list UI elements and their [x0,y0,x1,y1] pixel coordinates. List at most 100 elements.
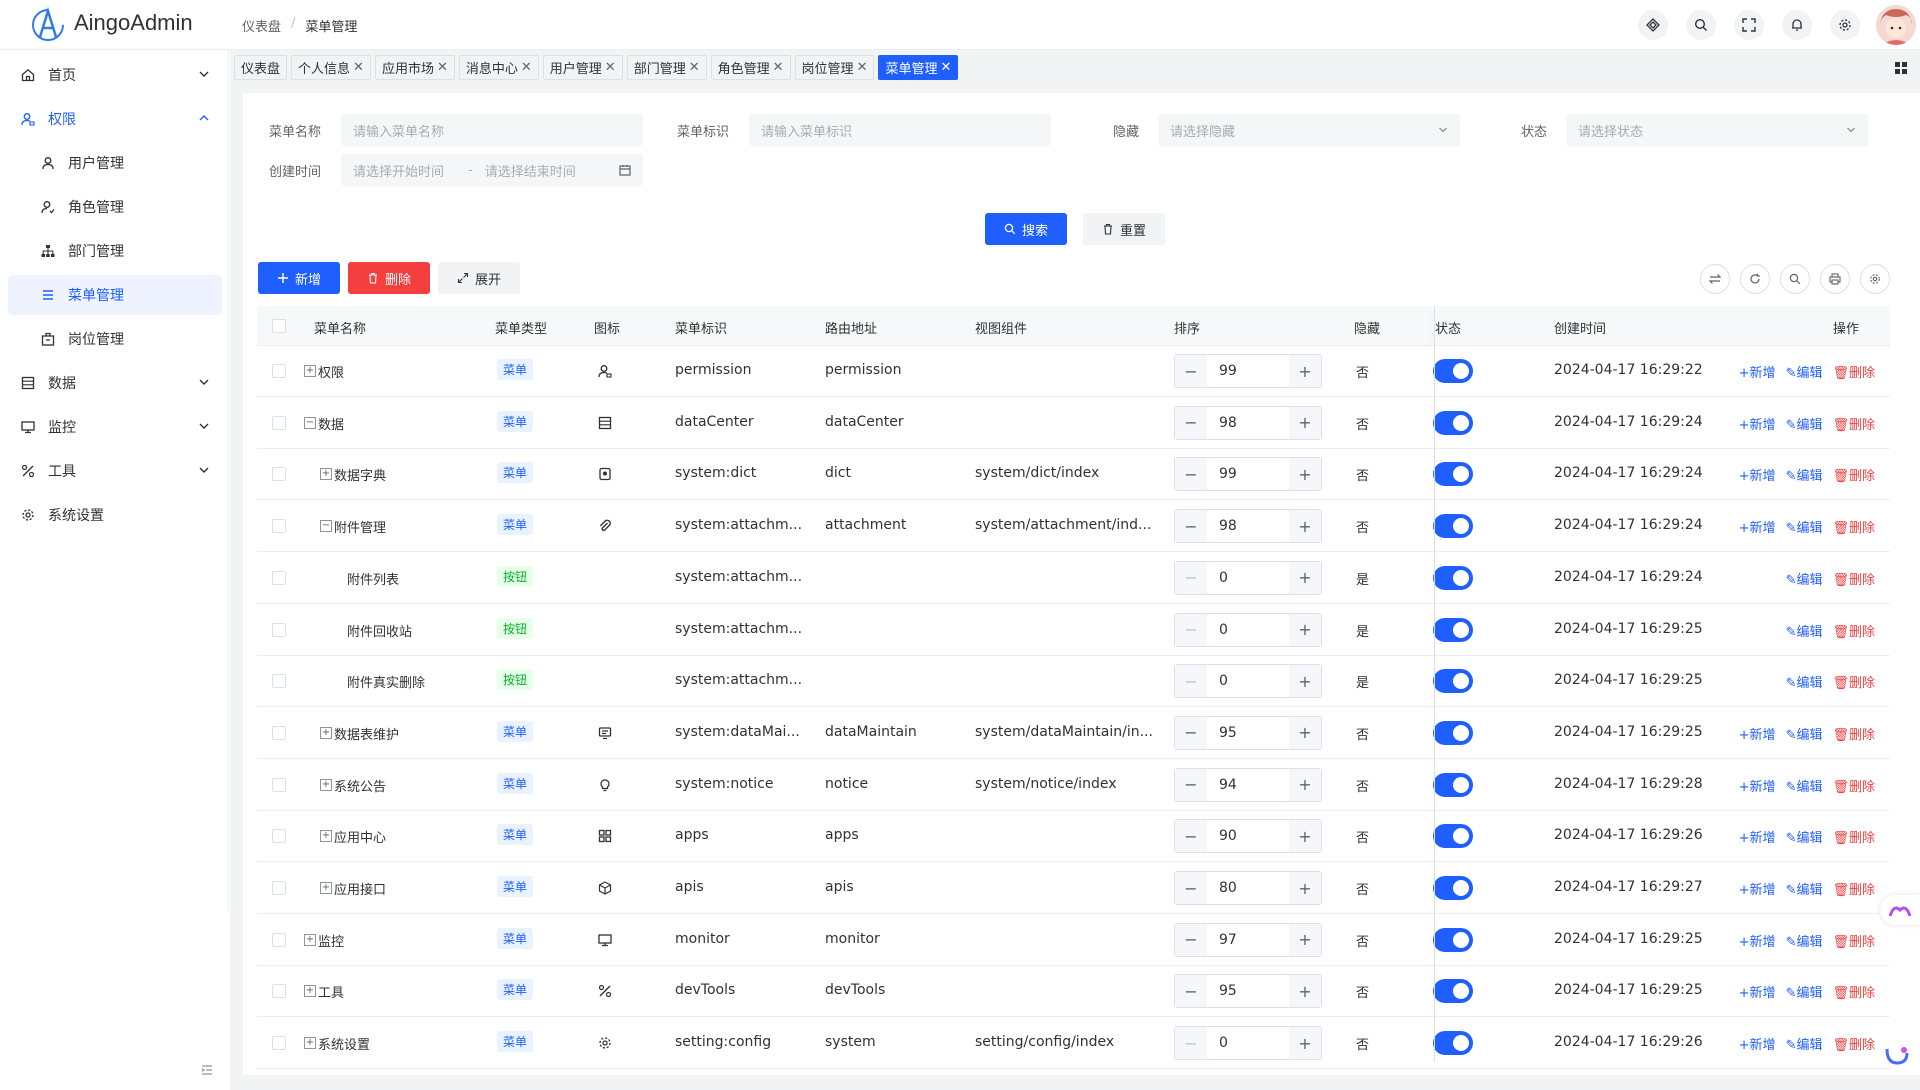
tree-expand-icon[interactable]: + [320,778,332,791]
tree-expand-icon[interactable]: + [304,365,316,377]
status-toggle[interactable] [1433,565,1473,590]
sort-value[interactable]: 0 [1207,562,1289,594]
row-edit-button[interactable]: ✎编辑 [1786,362,1823,381]
sort-value[interactable]: 90 [1207,820,1289,852]
bell-icon[interactable] [1782,10,1812,40]
tree-collapse-icon[interactable]: − [304,416,316,429]
row-delete-button[interactable]: 🗑删除 [1832,414,1875,433]
tab-departments[interactable]: 部门管理 ✕ [626,55,707,80]
row-add-button[interactable]: +新增 [1739,724,1776,743]
row-delete-button[interactable]: 🗑删除 [1832,827,1875,846]
sort-value[interactable]: 0 [1207,614,1289,646]
language-icon[interactable] [1638,10,1668,40]
row-delete-button[interactable]: 🗑删除 [1832,879,1875,898]
row-checkbox[interactable] [272,622,286,637]
sort-stepper[interactable]: − 94 + [1174,767,1322,802]
row-add-button[interactable]: +新增 [1739,827,1776,846]
print-icon[interactable] [1820,264,1850,294]
row-delete-button[interactable]: 🗑删除 [1832,776,1875,795]
row-edit-button[interactable]: ✎编辑 [1786,1034,1823,1053]
menu-key-input[interactable]: 请输入菜单标识 [749,114,1051,146]
sort-stepper[interactable]: − 0 + [1174,664,1322,699]
tree-expand-icon[interactable]: + [304,1037,316,1050]
decrement-button[interactable]: − [1175,768,1207,801]
row-edit-button[interactable]: ✎编辑 [1786,465,1823,484]
row-delete-button[interactable]: 🗑删除 [1832,1034,1875,1053]
row-add-button[interactable]: +新增 [1739,465,1776,484]
row-edit-button[interactable]: ✎编辑 [1786,517,1823,536]
status-toggle[interactable] [1433,359,1473,383]
increment-button[interactable]: + [1289,510,1321,543]
sort-value[interactable]: 97 [1207,924,1289,956]
tree-collapse-icon[interactable]: − [320,520,332,533]
chat-float-icon[interactable] [1884,1045,1914,1069]
sort-stepper[interactable]: − 0 + [1174,560,1322,595]
search-button[interactable]: 搜索 [985,213,1067,245]
hidden-select[interactable]: 请选择隐藏 [1158,114,1460,146]
row-edit-button[interactable]: ✎编辑 [1786,879,1823,898]
fullscreen-icon[interactable] [1734,10,1764,40]
status-select[interactable]: 请选择状态 [1566,114,1868,146]
sidebar-item-menus[interactable]: 菜单管理 [8,275,222,315]
row-delete-button[interactable]: 🗑删除 [1832,931,1875,950]
search-icon[interactable] [1780,264,1810,294]
close-icon[interactable]: ✕ [605,60,616,75]
sidebar-item-data[interactable]: 数据 [8,363,222,403]
increment-button[interactable]: + [1289,665,1321,698]
decrement-button[interactable]: − [1175,872,1207,904]
sort-stepper[interactable]: − 99 + [1174,354,1322,388]
row-edit-button[interactable]: ✎编辑 [1786,621,1823,640]
decrement-button[interactable]: − [1175,665,1207,698]
sort-stepper[interactable]: − 90 + [1174,819,1322,854]
row-add-button[interactable]: +新增 [1739,931,1776,950]
decrement-button[interactable]: − [1175,613,1207,646]
assistant-float-icon[interactable] [1880,895,1920,925]
increment-button[interactable]: + [1289,768,1321,801]
sidebar-item-tools[interactable]: 工具 [8,451,222,491]
sort-stepper[interactable]: − 99 + [1174,457,1322,492]
sidebar-item-monitor[interactable]: 监控 [8,407,222,447]
sort-stepper[interactable]: − 0 + [1174,612,1322,647]
sort-value[interactable]: 95 [1207,975,1289,1007]
status-toggle[interactable] [1433,410,1473,435]
tab-dashboard[interactable]: 仪表盘 [234,55,288,80]
decrement-button[interactable]: − [1175,923,1207,956]
row-edit-button[interactable]: ✎编辑 [1786,724,1823,743]
increment-button[interactable]: + [1289,820,1321,853]
increment-button[interactable]: + [1289,872,1321,904]
increment-button[interactable]: + [1289,355,1321,387]
sort-value[interactable]: 0 [1207,665,1289,697]
row-checkbox[interactable] [272,777,286,792]
sidebar-item-departments[interactable]: 部门管理 [8,231,222,271]
expand-button[interactable]: 展开 [438,262,520,294]
breadcrumb-item[interactable]: 仪表盘 [242,16,281,35]
close-icon[interactable]: ✕ [940,60,951,75]
row-edit-button[interactable]: ✎编辑 [1786,931,1823,950]
increment-button[interactable]: + [1289,1027,1321,1060]
sort-stepper[interactable]: − 95 + [1174,715,1322,750]
sort-value[interactable]: 98 [1207,510,1289,542]
sidebar-item-home[interactable]: 首页 [8,55,222,95]
delete-button[interactable]: 删除 [348,262,430,294]
row-checkbox[interactable] [272,674,286,689]
row-checkbox[interactable] [272,932,286,947]
menu-name-input[interactable]: 请输入菜单名称 [341,114,643,146]
row-edit-button[interactable]: ✎编辑 [1786,982,1823,1001]
decrement-button[interactable]: − [1175,975,1207,1008]
status-toggle[interactable] [1433,979,1473,1004]
row-checkbox[interactable] [272,570,286,585]
status-toggle[interactable] [1433,514,1473,539]
row-checkbox[interactable] [272,725,286,740]
status-toggle[interactable] [1433,462,1473,487]
increment-button[interactable]: + [1289,923,1321,956]
row-edit-button[interactable]: ✎编辑 [1786,672,1823,691]
row-edit-button[interactable]: ✎编辑 [1786,414,1823,433]
row-delete-button[interactable]: 🗑删除 [1832,672,1875,691]
tab-users[interactable]: 用户管理 ✕ [542,55,623,80]
sort-stepper[interactable]: − 98 + [1174,405,1322,440]
increment-button[interactable]: + [1289,716,1321,749]
sort-stepper[interactable]: − 95 + [1174,974,1322,1009]
sidebar-item-users[interactable]: 用户管理 [8,143,222,183]
sidebar-item-settings[interactable]: 系统设置 [8,495,222,535]
row-checkbox[interactable] [272,467,286,482]
